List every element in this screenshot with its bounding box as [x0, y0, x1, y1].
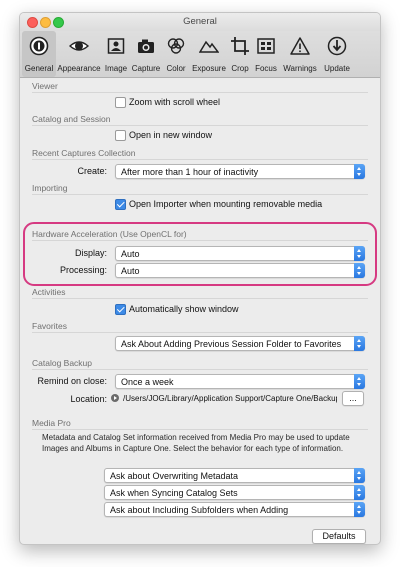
remind-on-close-value: Once a week [121, 376, 174, 387]
section-heading-importing: Importing [32, 183, 68, 193]
display-popup[interactable]: Auto [115, 246, 365, 261]
remind-on-close-popup[interactable]: Once a week [115, 374, 365, 389]
section-heading-favorites: Favorites [32, 321, 67, 331]
processing-popup[interactable]: Auto [115, 263, 365, 278]
divider [32, 369, 368, 370]
tab-update-label: Update [324, 64, 350, 73]
open-importer-label: Open Importer when mounting removable me… [129, 199, 323, 209]
divider [32, 298, 368, 299]
tab-color[interactable]: Color [162, 31, 190, 77]
auto-show-window-label: Automatically show window [129, 304, 239, 314]
tab-exposure[interactable]: Exposure [190, 31, 228, 77]
section-heading-viewer: Viewer [32, 81, 58, 91]
tab-focus-label: Focus [255, 64, 277, 73]
catalog-sets-value: Ask when Syncing Catalog Sets [110, 487, 238, 498]
divider [32, 332, 368, 333]
section-heading-hardware: Hardware Acceleration (Use OpenCL for) [32, 229, 187, 239]
tab-image[interactable]: Image [102, 31, 130, 77]
focus-icon [257, 38, 275, 54]
popup-arrows-icon [354, 468, 365, 483]
zoom-scroll-label: Zoom with scroll wheel [129, 97, 221, 107]
tab-capture[interactable]: Capture [130, 31, 162, 77]
section-heading-media-pro: Media Pro [32, 418, 71, 428]
processing-label: Processing: [59, 265, 107, 275]
divider [32, 194, 368, 195]
divider [32, 92, 368, 93]
section-heading-activities: Activities [32, 287, 66, 297]
general-icon [29, 36, 49, 56]
popup-arrows-icon [354, 164, 365, 179]
divider [32, 159, 368, 160]
popup-arrows-icon [354, 263, 365, 278]
subfolders-popup[interactable]: Ask about Including Subfolders when Addi… [104, 502, 365, 517]
tab-crop-label: Crop [231, 64, 249, 73]
tab-update[interactable]: Update [320, 31, 354, 77]
backup-location-path: /Users/JOG/Library/Application Support/C… [123, 394, 337, 403]
subfolders-value: Ask about Including Subfolders when Addi… [110, 504, 289, 515]
create-collection-popup[interactable]: After more than 1 hour of inactivity [115, 164, 365, 179]
warning-icon [290, 37, 310, 55]
metadata-popup[interactable]: Ask about Overwriting Metadata [104, 468, 365, 483]
location-label: Location: [70, 394, 107, 404]
title-bar[interactable]: General [20, 13, 380, 31]
section-heading-catalog-session: Catalog and Session [32, 114, 111, 124]
popup-arrows-icon [354, 374, 365, 389]
popup-arrows-icon [354, 336, 365, 351]
color-circles-icon [167, 38, 185, 54]
popup-arrows-icon [354, 502, 365, 517]
popup-arrows-icon [354, 246, 365, 261]
section-heading-catalog-backup: Catalog Backup [32, 358, 93, 368]
zoom-scroll-check-box[interactable] [115, 97, 126, 108]
camera-icon [138, 39, 154, 53]
open-new-window-check-box[interactable] [115, 130, 126, 141]
update-icon [327, 36, 347, 56]
create-label: Create: [77, 166, 107, 176]
tab-warnings[interactable]: Warnings [280, 31, 320, 77]
display-label: Display: [74, 248, 107, 258]
catalog-sets-popup[interactable]: Ask when Syncing Catalog Sets [104, 485, 365, 500]
crop-icon [231, 37, 249, 55]
tab-appearance-label: Appearance [57, 64, 101, 73]
tab-exposure-label: Exposure [192, 64, 226, 73]
processing-value: Auto [121, 265, 140, 276]
tab-image-label: Image [104, 64, 128, 73]
tab-crop[interactable]: Crop [228, 31, 252, 77]
tab-general-label: General [24, 64, 54, 73]
auto-show-window-check-box[interactable] [115, 304, 126, 315]
favorites-value: Ask About Adding Previous Session Folder… [121, 338, 342, 349]
preferences-content: Viewer Zoom with scroll wheel Catalog an… [20, 78, 380, 544]
tab-appearance[interactable]: Appearance [56, 31, 102, 77]
preferences-window: General General Appearance Image Capture… [19, 12, 381, 545]
section-heading-recent-captures: Recent Captures Collection [32, 148, 136, 158]
preferences-toolbar: General Appearance Image Capture Color E… [20, 31, 380, 78]
media-pro-description: Metadata and Catalog Set information rec… [42, 433, 350, 453]
defaults-button[interactable]: Defaults [312, 529, 366, 544]
popup-arrows-icon [354, 485, 365, 500]
window-title: General [183, 16, 217, 27]
tab-general[interactable]: General [22, 31, 56, 77]
image-icon [107, 38, 125, 54]
open-new-window-label: Open in new window [129, 130, 213, 140]
divider [32, 240, 368, 241]
browse-location-button[interactable]: ... [342, 391, 364, 406]
tab-color-label: Color [166, 64, 186, 73]
eye-icon [69, 41, 89, 51]
create-collection-value: After more than 1 hour of inactivity [121, 166, 259, 177]
divider [32, 429, 368, 430]
tab-focus[interactable]: Focus [252, 31, 280, 77]
open-importer-check-box[interactable] [115, 199, 126, 210]
metadata-value: Ask about Overwriting Metadata [110, 470, 239, 481]
remind-on-close-label: Remind on close: [37, 376, 107, 386]
exposure-icon [199, 40, 219, 53]
favorites-popup[interactable]: Ask About Adding Previous Session Folder… [115, 336, 365, 351]
reveal-location-icon[interactable] [111, 394, 119, 402]
tab-capture-label: Capture [131, 64, 161, 73]
display-value: Auto [121, 248, 140, 259]
divider [32, 125, 368, 126]
tab-warnings-label: Warnings [283, 64, 317, 73]
